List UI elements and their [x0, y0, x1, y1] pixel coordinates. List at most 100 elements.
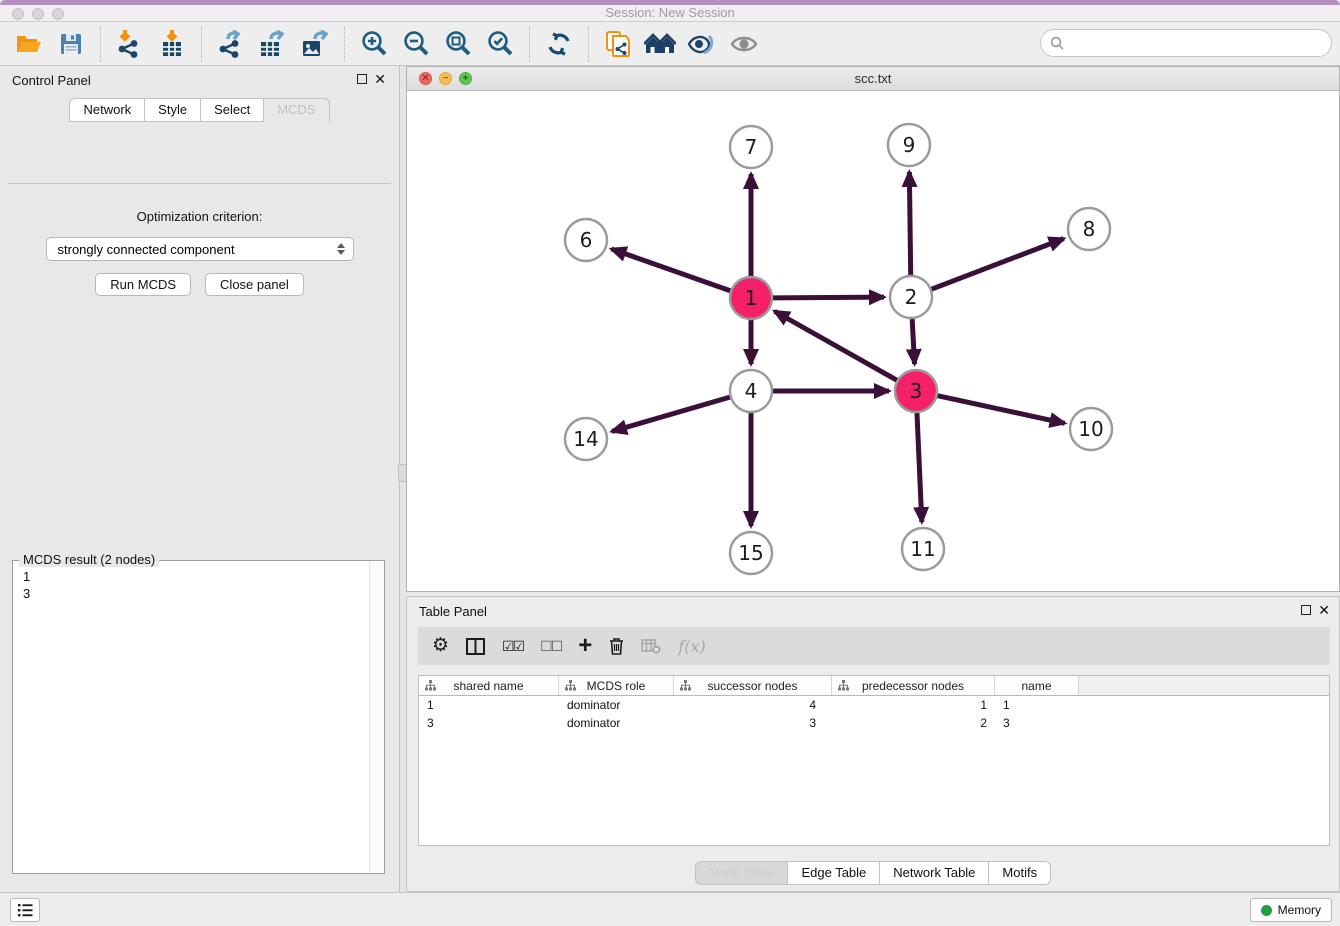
edge-3-11[interactable]	[917, 413, 922, 522]
column-header-predecessor-nodes[interactable]: predecessor nodes	[832, 676, 995, 695]
column-header-successor-nodes[interactable]: successor nodes	[674, 676, 832, 695]
export-network-icon[interactable]	[214, 27, 248, 61]
edge-1-6[interactable]	[611, 249, 730, 291]
search-box[interactable]	[1040, 29, 1332, 57]
tab-motifs[interactable]: Motifs	[989, 861, 1051, 885]
tab-style[interactable]: Style	[145, 98, 201, 122]
criterion-dropdown[interactable]: strongly connected component	[46, 237, 354, 261]
float-panel-icon[interactable]	[357, 74, 367, 84]
close-panel-icon[interactable]: ✕	[374, 71, 386, 87]
show-all-icon[interactable]	[727, 27, 761, 61]
close-panel-button[interactable]: Close panel	[205, 273, 304, 296]
node-label: 7	[745, 135, 758, 159]
control-panel: Control Panel ✕ NetworkStyleSelectMCDS O…	[0, 66, 400, 892]
node-3[interactable]: 3	[895, 370, 937, 412]
node-8[interactable]: 8	[1068, 208, 1110, 250]
edge-2-8[interactable]	[932, 239, 1064, 290]
table-row[interactable]: 3dominator323	[419, 714, 1329, 732]
mcds-result-line: 1	[23, 568, 374, 585]
table-cell[interactable]: dominator	[559, 696, 674, 714]
export-image-icon[interactable]	[298, 27, 332, 61]
network-canvas[interactable]: 7 9 6 8 1 2 4 3 14 10 15 11	[407, 91, 1339, 591]
node-15[interactable]: 15	[730, 532, 772, 574]
delete-table-icon	[641, 635, 661, 657]
save-session-icon[interactable]	[54, 27, 88, 61]
tab-select[interactable]: Select	[201, 98, 264, 122]
edge-2-9[interactable]	[909, 172, 910, 275]
table-toolbar: ⚙ ☑☑ ☐☐ + f(x)	[418, 627, 1330, 665]
open-session-icon[interactable]	[12, 27, 46, 61]
node-label: 9	[903, 133, 916, 157]
node-14[interactable]: 14	[565, 418, 607, 460]
node-label: 2	[905, 285, 918, 309]
zoom-selected-icon[interactable]	[483, 27, 517, 61]
hide-selection-icon[interactable]	[685, 27, 719, 61]
table-cell[interactable]: 3	[995, 714, 1079, 732]
edge-3-10[interactable]	[937, 396, 1064, 424]
column-type-icon	[680, 680, 691, 694]
node-4[interactable]: 4	[730, 370, 772, 412]
node-label: 11	[910, 537, 935, 561]
tab-edge-table[interactable]: Edge Table	[788, 861, 880, 885]
export-table-icon[interactable]	[256, 27, 290, 61]
apply-layout-icon[interactable]	[542, 27, 576, 61]
node-9[interactable]: 9	[888, 124, 930, 166]
function-builder-icon: f(x)	[678, 635, 705, 657]
tab-mcds[interactable]: MCDS	[264, 98, 329, 122]
result-scrollbar[interactable]	[369, 562, 383, 872]
column-header-name[interactable]: name	[995, 676, 1079, 695]
table-cell[interactable]: dominator	[559, 714, 674, 732]
tab-network[interactable]: Network	[69, 98, 145, 122]
toolbar-separator	[344, 27, 345, 61]
node-10[interactable]: 10	[1070, 408, 1112, 450]
zoom-fit-icon[interactable]	[441, 27, 475, 61]
column-type-icon	[565, 680, 576, 694]
edge-1-2[interactable]	[773, 297, 884, 298]
delete-column-icon[interactable]	[609, 635, 624, 657]
float-table-panel-icon[interactable]	[1301, 605, 1311, 615]
zoom-out-icon[interactable]	[399, 27, 433, 61]
import-network-icon[interactable]	[113, 27, 147, 61]
run-mcds-button[interactable]: Run MCDS	[95, 273, 191, 296]
import-table-icon[interactable]	[155, 27, 189, 61]
column-header-shared-name[interactable]: shared name	[419, 676, 559, 695]
table-panel-header: Table Panel ✕	[407, 597, 1339, 625]
mcds-result-line: 3	[23, 585, 374, 602]
zoom-in-icon[interactable]	[357, 27, 391, 61]
table-header-row: shared nameMCDS rolesuccessor nodesprede…	[419, 676, 1329, 696]
node-6[interactable]: 6	[565, 219, 607, 261]
node-2[interactable]: 2	[890, 276, 932, 318]
network-view-window: ✕ − + scc.txt 7968124314101511	[406, 66, 1340, 592]
tab-network-table[interactable]: Network Table	[880, 861, 989, 885]
table-cell[interactable]: 3	[419, 714, 559, 732]
table-cell[interactable]: 1	[832, 696, 995, 714]
table-cell[interactable]: 2	[832, 714, 995, 732]
node-7[interactable]: 7	[730, 126, 772, 168]
select-all-icon[interactable]: ☑☑	[502, 635, 523, 657]
network-from-selection-icon[interactable]	[601, 27, 635, 61]
table-cell[interactable]: 3	[674, 714, 832, 732]
header-filler	[1079, 676, 1329, 695]
deselect-all-icon[interactable]: ☐☐	[540, 635, 561, 657]
edge-2-3[interactable]	[912, 319, 914, 364]
list-icon	[17, 903, 33, 917]
table-options-icon[interactable]: ⚙	[432, 635, 449, 657]
node-11[interactable]: 11	[902, 528, 944, 570]
memory-button[interactable]: Memory	[1250, 898, 1332, 922]
add-column-icon[interactable]: +	[578, 635, 592, 657]
task-history-button[interactable]	[10, 898, 40, 922]
tab-node-table[interactable]: Node Table	[695, 861, 789, 885]
table-row[interactable]: 1dominator411	[419, 696, 1329, 714]
first-neighbors-icon[interactable]	[643, 27, 677, 61]
node-1[interactable]: 1	[730, 277, 772, 319]
column-view-icon[interactable]	[466, 635, 485, 657]
edge-3-1[interactable]	[775, 311, 897, 380]
table-cell[interactable]: 4	[674, 696, 832, 714]
table-cell[interactable]: 1	[419, 696, 559, 714]
edge-4-14[interactable]	[612, 397, 730, 431]
close-table-panel-icon[interactable]: ✕	[1318, 602, 1330, 618]
node-label: 15	[738, 541, 763, 565]
table-cell[interactable]: 1	[995, 696, 1079, 714]
search-input[interactable]	[1064, 36, 1331, 51]
column-header-mcds-role[interactable]: MCDS role	[559, 676, 674, 695]
